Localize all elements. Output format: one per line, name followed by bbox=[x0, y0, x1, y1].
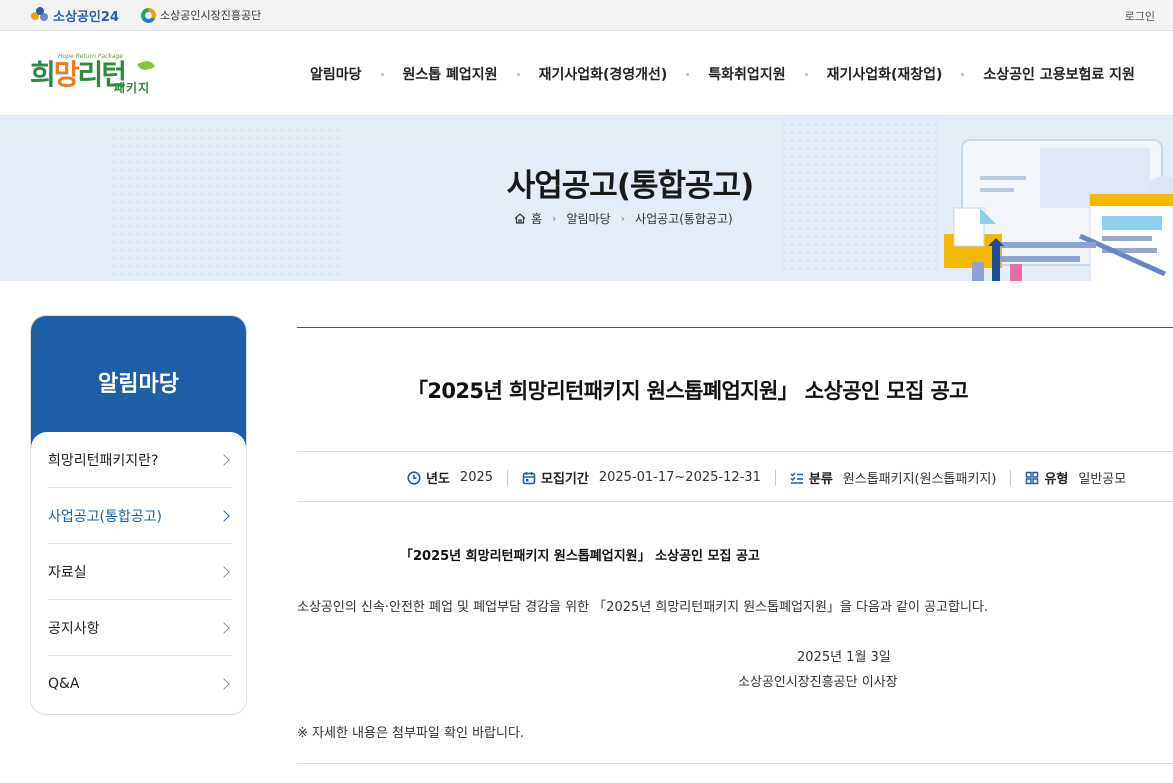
sosanggongin24-label: 소상공인24 bbox=[53, 10, 119, 25]
meta-year-value: 2025 bbox=[459, 470, 494, 485]
nav-insurance-support[interactable]: 소상공인 고용보험료 지원 bbox=[983, 64, 1134, 84]
sosanggongin24-link[interactable]: 소상공인24 bbox=[31, 6, 119, 25]
nav-separator bbox=[380, 72, 384, 76]
nav-separator bbox=[686, 72, 690, 76]
breadcrumb-notice[interactable]: 알림마당 bbox=[566, 210, 610, 227]
meta-separator bbox=[507, 469, 509, 486]
nav-notice[interactable]: 알림마당 bbox=[310, 64, 362, 84]
body-paragraph: 소상공인의 신속·안전한 폐업 및 폐업부담 경감을 위한 「2025년 희망리… bbox=[297, 600, 989, 615]
logo-subtitle: 패키지 bbox=[114, 81, 151, 95]
sidebar-item-notices[interactable]: 공지사항 bbox=[48, 600, 232, 656]
chevron-right-icon bbox=[218, 621, 230, 634]
sidebar: 알림마당 희망리턴패키지란? 사업공고(통합공고) 자료실 공지사항 Q&A bbox=[30, 315, 247, 715]
sidebar-item-label: 사업공고(통합공고) bbox=[48, 508, 162, 525]
sidebar-item-about[interactable]: 희망리턴패키지란? bbox=[48, 432, 232, 488]
nav-onestop-closure[interactable]: 원스톱 폐업지원 bbox=[403, 64, 498, 84]
nav-restart-startup[interactable]: 재기사업화(재창업) bbox=[827, 64, 943, 84]
sidebar-item-label: Q&A bbox=[48, 676, 80, 692]
post-view: 「2025년 희망리턴패키지 원스톱폐업지원」 소상공인 모집 공고 년도 20… bbox=[297, 327, 1173, 764]
semas-link[interactable]: 소상공인시장진흥공단 bbox=[141, 7, 261, 23]
divider bbox=[297, 327, 1173, 328]
meta-separator bbox=[1010, 469, 1012, 486]
body-signature: 소상공인시장진흥공단 이사장 bbox=[738, 675, 898, 690]
page-banner: 사업공고(통합공고) 홈 › 알림마당 › 사업공고(통합공고) bbox=[0, 116, 1173, 281]
sidebar-item-announcements[interactable]: 사업공고(통합공고) bbox=[48, 488, 232, 544]
chevron-right-icon: › bbox=[552, 212, 557, 225]
chevron-right-icon bbox=[218, 565, 230, 578]
home-icon[interactable] bbox=[514, 213, 526, 224]
sidebar-item-label: 공지사항 bbox=[48, 620, 100, 637]
leaf-icon bbox=[136, 58, 156, 73]
chevron-right-icon: › bbox=[620, 212, 626, 225]
site-header: Hope Return Package 희망리턴 패키지 알림마당 원스톱 폐업… bbox=[0, 31, 1173, 116]
divider bbox=[297, 763, 1173, 764]
meta-category-value: 원스톱패키지(원스톱패키지) bbox=[842, 472, 997, 487]
meta-separator bbox=[774, 469, 776, 486]
sidebar-title: 알림마당 bbox=[31, 316, 246, 450]
sidebar-item-label: 자료실 bbox=[48, 564, 87, 581]
chevron-right-icon bbox=[218, 509, 230, 522]
semas-label: 소상공인시장진흥공단 bbox=[160, 9, 262, 22]
body-heading: 「2025년 희망리턴패키지 원스톱폐업지원」 소상공인 모집 공고 bbox=[400, 549, 760, 564]
post-meta: 년도 2025 모집기간 2025-01-17~2025-12-31 분류 원스… bbox=[297, 451, 1173, 502]
breadcrumb-current: 사업공고(통합공고) bbox=[635, 212, 733, 226]
calendar-icon bbox=[522, 471, 536, 484]
semas-logo-icon bbox=[141, 7, 156, 23]
site-logo[interactable]: Hope Return Package 희망리턴 패키지 bbox=[30, 49, 160, 99]
meta-category: 분류 원스톱패키지(원스톱패키지) bbox=[790, 468, 997, 487]
chevron-right-icon bbox=[218, 453, 230, 466]
body-date: 2025년 1월 3일 bbox=[797, 650, 891, 665]
sidebar-menu: 희망리턴패키지란? 사업공고(통합공고) 자료실 공지사항 Q&A bbox=[31, 432, 246, 712]
nav-separator bbox=[804, 72, 808, 76]
breadcrumb-home[interactable]: 홈 bbox=[531, 210, 542, 227]
login-link[interactable]: 로그인 bbox=[1125, 8, 1155, 24]
nav-employment-support[interactable]: 특화취업지원 bbox=[708, 64, 785, 84]
breadcrumb: 홈 › 알림마당 › 사업공고(통합공고) bbox=[514, 210, 733, 227]
sosanggongin24-logo-icon bbox=[31, 6, 49, 25]
meta-period-value: 2025-01-17~2025-12-31 bbox=[598, 470, 761, 485]
meta-type-value: 일반공모 bbox=[1078, 472, 1127, 487]
logo-wordmark: 희망리턴 bbox=[30, 58, 127, 91]
sidebar-item-qna[interactable]: Q&A bbox=[48, 656, 232, 712]
body-note: ※ 자세한 내용은 첨부파일 확인 바랍니다. bbox=[297, 726, 525, 741]
nav-separator bbox=[516, 72, 520, 76]
meta-type: 유형 일반공모 bbox=[1025, 468, 1126, 487]
meta-year: 년도 2025 bbox=[407, 468, 493, 487]
nav-separator bbox=[961, 72, 965, 76]
sidebar-item-resources[interactable]: 자료실 bbox=[48, 544, 232, 600]
meta-period: 모집기간 2025-01-17~2025-12-31 bbox=[522, 468, 761, 487]
document-illustration-icon bbox=[944, 139, 1173, 281]
main-navigation: 알림마당 원스톱 폐업지원 재기사업화(경영개선) 특화취업지원 재기사업화(재… bbox=[310, 64, 1135, 84]
utility-bar: 소상공인24 소상공인시장진흥공단 로그인 bbox=[0, 0, 1173, 31]
nav-restart-management[interactable]: 재기사업화(경영개선) bbox=[539, 64, 668, 84]
chevron-right-icon bbox=[218, 678, 230, 690]
grid-icon bbox=[1026, 471, 1039, 484]
post-title: 「2025년 희망리턴패키지 원스톱폐업지원」 소상공인 모집 공고 bbox=[407, 379, 969, 403]
sidebar-item-label: 희망리턴패키지란? bbox=[48, 452, 159, 469]
checklist-icon bbox=[790, 471, 803, 484]
clock-icon bbox=[407, 470, 421, 485]
